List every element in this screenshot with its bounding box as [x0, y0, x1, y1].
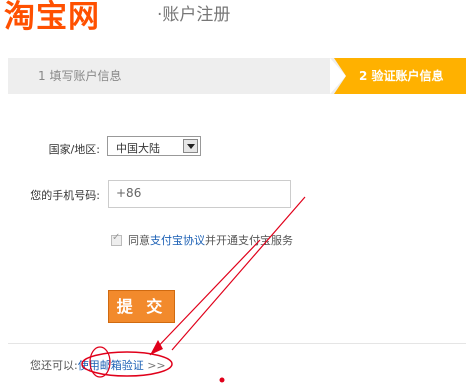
- page-title: ·账户注册: [157, 5, 231, 25]
- chevron-down-icon[interactable]: [183, 139, 198, 153]
- alternative-option: 您还可以:使用邮箱验证 >>: [30, 357, 166, 373]
- annotation-arrow-line: [171, 196, 306, 351]
- submit-button[interactable]: 提 交: [108, 290, 175, 323]
- agree-prefix: 同意: [128, 234, 150, 247]
- country-label: 国家/地区:: [48, 143, 100, 156]
- alipay-agreement-link[interactable]: 支付宝协议: [150, 234, 205, 247]
- country-select[interactable]: 中国大陆: [107, 136, 201, 156]
- taobao-logo: 淘宝网: [4, 0, 100, 35]
- agree-text: 同意支付宝协议并开通支付宝服务: [128, 232, 293, 248]
- divider: [8, 343, 466, 344]
- email-verify-link[interactable]: 使用邮箱验证: [78, 359, 144, 372]
- step-2-label: 2 验证账户信息: [359, 69, 444, 83]
- annotation-dot: [219, 377, 225, 383]
- step-1-label: 1 填写账户信息: [38, 69, 122, 83]
- double-arrow-icon: >>: [147, 359, 166, 372]
- agree-checkbox[interactable]: [111, 232, 122, 246]
- alt-prefix: 您还可以:: [30, 359, 78, 372]
- agree-suffix: 并开通支付宝服务: [205, 234, 293, 247]
- country-select-value: 中国大陆: [116, 142, 160, 155]
- phone-input[interactable]: +86: [108, 180, 291, 208]
- phone-label: 您的手机号码:: [30, 189, 100, 202]
